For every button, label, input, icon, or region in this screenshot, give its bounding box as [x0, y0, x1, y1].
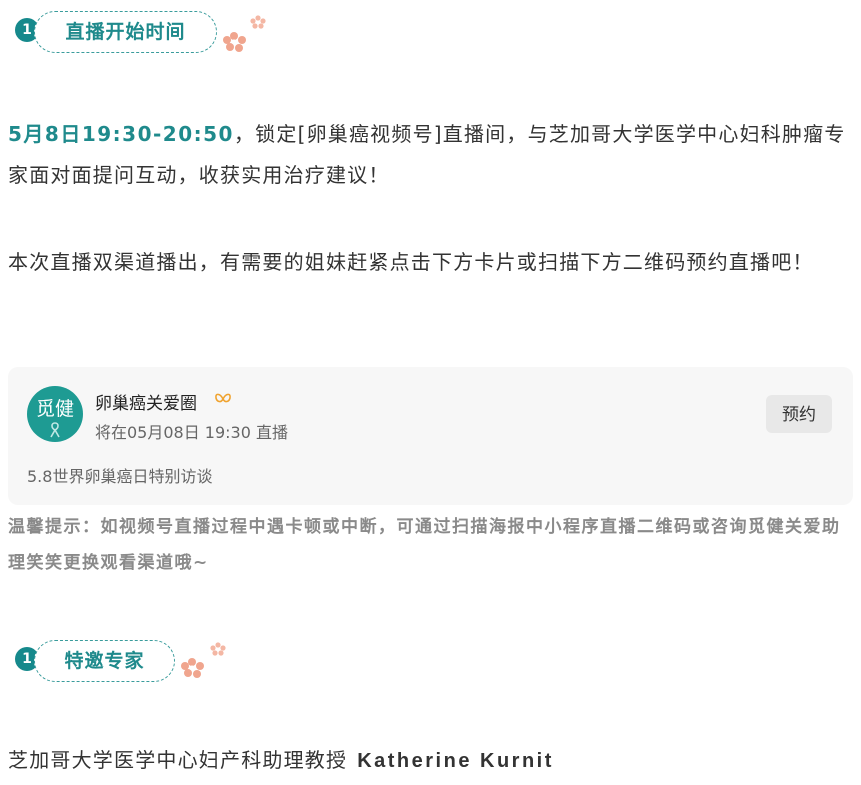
- section-title: 直播开始时间: [34, 11, 217, 53]
- account-name: 卵巢癌关爱圈: [95, 394, 197, 414]
- ribbon-icon: [50, 422, 60, 438]
- expert-name: Katherine Kurnit: [357, 750, 554, 772]
- avatar-text: 觅健: [35, 398, 74, 420]
- intro-paragraph: 5月8日19:30-20:50，锁定[卵巢癌视频号]直播间，与芝加哥大学医学中心…: [8, 114, 856, 196]
- section-title: 特邀专家: [34, 640, 175, 682]
- book-button[interactable]: 预约: [766, 395, 832, 433]
- verified-badge-icon: [215, 393, 231, 403]
- live-time-highlight: 5月8日19:30-20:50: [8, 122, 234, 146]
- expert-title: 芝加哥大学医学中心妇产科助理教授: [8, 748, 348, 772]
- live-subtitle: 5.8世界卵巢癌日特别访谈: [27, 467, 213, 486]
- flower-decoration-icon: [223, 15, 266, 52]
- channels-paragraph: 本次直播双渠道播出，有需要的姐妹赶紧点击下方卡片或扫描下方二维码预约直播吧！: [8, 250, 814, 274]
- live-reservation-card[interactable]: 觅健 卵巢癌关爱圈 将在05月08日 19:30 直播 预约 5.8世界卵巢癌日…: [8, 367, 853, 505]
- expert-line: 芝加哥大学医学中心妇产科助理教授 Katherine Kurnit: [8, 740, 554, 781]
- warm-tip: 温馨提示：如视频号直播过程中遇卡顿或中断，可通过扫描海报中小程序直播二维码或咨询…: [8, 517, 841, 573]
- live-schedule: 将在05月08日 19:30 直播: [95, 423, 289, 442]
- flower-decoration-icon: [181, 642, 226, 678]
- avatar: 觅健: [27, 386, 83, 442]
